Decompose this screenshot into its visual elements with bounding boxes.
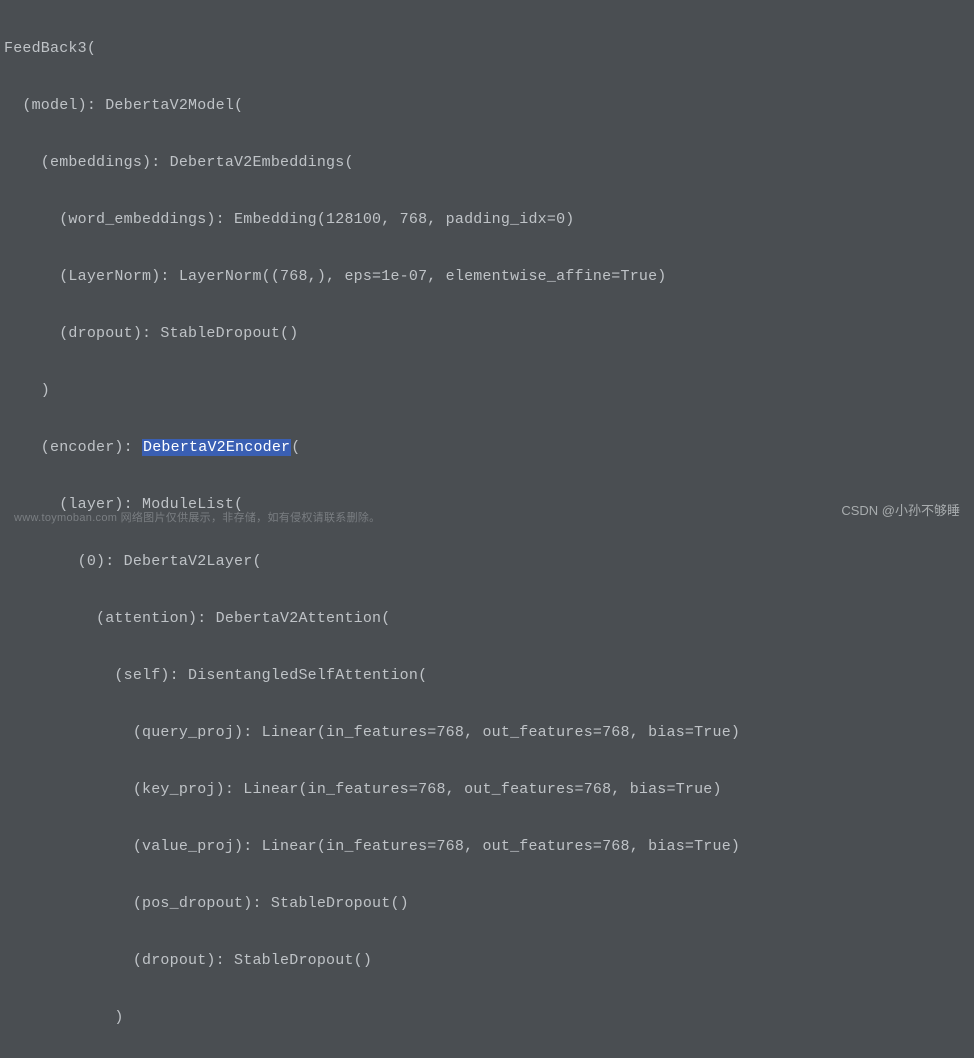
selection-highlight[interactable]: DebertaV2Encoder xyxy=(142,439,291,456)
watermark-left: www.toymoban.com 网络图片仅供展示，非存储，如有侵权请联系删除。 xyxy=(14,509,380,525)
code-line-17: (dropout): StableDropout() xyxy=(4,947,974,976)
code-line-18: ) xyxy=(4,1004,974,1033)
code-line-11: (attention): DebertaV2Attention( xyxy=(4,605,974,634)
code-line-8: (encoder): DebertaV2Encoder( xyxy=(4,434,974,463)
code-line-16: (pos_dropout): StableDropout() xyxy=(4,890,974,919)
code-line-15: (value_proj): Linear(in_features=768, ou… xyxy=(4,833,974,862)
code-line-3: (embeddings): DebertaV2Embeddings( xyxy=(4,149,974,178)
code-line-2: (model): DebertaV2Model( xyxy=(4,92,974,121)
code-line-8-post: ( xyxy=(291,439,300,456)
code-line-13: (query_proj): Linear(in_features=768, ou… xyxy=(4,719,974,748)
code-line-4: (word_embeddings): Embedding(128100, 768… xyxy=(4,206,974,235)
code-line-6: (dropout): StableDropout() xyxy=(4,320,974,349)
code-line-8-pre: (encoder): xyxy=(4,439,142,456)
code-line-7: ) xyxy=(4,377,974,406)
code-line-5: (LayerNorm): LayerNorm((768,), eps=1e-07… xyxy=(4,263,974,292)
code-line-14: (key_proj): Linear(in_features=768, out_… xyxy=(4,776,974,805)
code-line-10: (0): DebertaV2Layer( xyxy=(4,548,974,577)
code-block: FeedBack3( (model): DebertaV2Model( (emb… xyxy=(0,0,974,1058)
code-line-12: (self): DisentangledSelfAttention( xyxy=(4,662,974,691)
code-line-1: FeedBack3( xyxy=(4,35,974,64)
watermark-right: CSDN @小孙不够睡 xyxy=(841,500,960,519)
